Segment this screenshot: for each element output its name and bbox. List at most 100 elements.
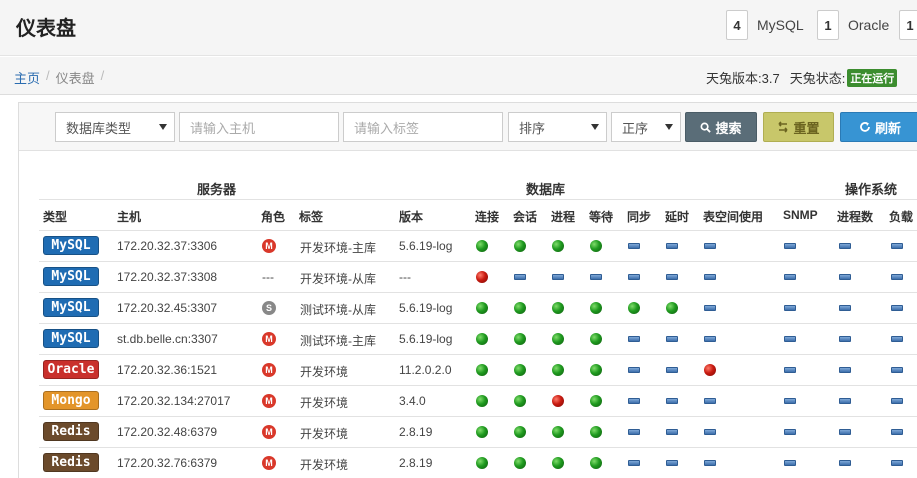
db-type-logo: Oracle (43, 360, 99, 379)
status-none-icon (628, 429, 640, 435)
status-none-icon (891, 305, 903, 311)
breadcrumb: 主页 / 仪表盘 / (14, 68, 104, 87)
status-none-icon (891, 429, 903, 435)
status-none-icon (666, 274, 678, 280)
status-none-icon (784, 274, 796, 280)
tag-cell: 开发环境 (300, 458, 349, 472)
status-ok-icon (514, 302, 526, 314)
row-divider (39, 261, 917, 262)
breadcrumb-home-link[interactable]: 主页 (14, 68, 40, 87)
status-none-icon (784, 429, 796, 435)
version-cell: 2.8.19 (399, 425, 433, 439)
sort-select[interactable]: 排序 (508, 112, 607, 142)
breadcrumb-current: 仪表盘 (55, 71, 95, 86)
order-select[interactable]: 正序 (611, 112, 681, 142)
db-type-logo: MySQL (43, 329, 99, 348)
status-none-icon (666, 460, 678, 466)
tag-input[interactable]: 请输入标签 (343, 112, 503, 142)
status-label: 天兔状态: (789, 71, 846, 86)
row-divider (39, 447, 917, 448)
top-header: 仪表盘 4 MySQL 1 Oracle 1 (0, 0, 917, 56)
status-ok-icon (514, 457, 526, 469)
status-none-icon (628, 243, 640, 249)
chevron-down-icon (591, 124, 599, 130)
status-ok-icon (476, 302, 488, 314)
breadcrumb-bar: 主页 / 仪表盘 / 天兔版本:3.7 天兔状态: 正在运行 (0, 57, 917, 95)
status-ok-icon (590, 302, 602, 314)
col-header-role: 角色 (261, 210, 286, 224)
status-none-icon (590, 274, 602, 280)
reset-button-label: 重置 (793, 120, 820, 136)
status-none-icon (839, 429, 851, 435)
group-header-server: 服务器 (197, 182, 237, 197)
oracle-counter-label: Oracle (848, 17, 890, 33)
tag-cell: 测试环境-从库 (300, 303, 376, 317)
version-cell: 2.8.19 (399, 456, 433, 470)
refresh-button[interactable]: 刷新 (840, 112, 917, 142)
status-none-icon (704, 274, 716, 280)
version-text: 天兔版本:3.7 (706, 71, 780, 86)
status-none-icon (704, 398, 716, 404)
chevron-down-icon (665, 124, 673, 130)
oracle-counter[interactable]: 1 Oracle (817, 9, 889, 41)
sort-select-value: 排序 (519, 120, 546, 136)
status-none-icon (839, 243, 851, 249)
status-none-icon (891, 460, 903, 466)
third-count: 1 (899, 10, 917, 40)
status-none-icon (839, 367, 851, 373)
third-counter[interactable]: 1 (899, 9, 917, 41)
host-input[interactable]: 请输入主机 (179, 112, 339, 142)
status-ok-icon (476, 457, 488, 469)
status-none-icon (704, 460, 716, 466)
search-button[interactable]: 搜索 (685, 112, 757, 142)
status-none-icon (839, 398, 851, 404)
col-header-tablespace: 表空间使用 (703, 210, 764, 224)
order-select-value: 正序 (622, 120, 649, 136)
db-type-select-value: 数据库类型 (66, 120, 132, 136)
status-none-icon (704, 305, 716, 311)
row-divider (39, 323, 917, 324)
status-ok-icon (628, 302, 640, 314)
row-divider (39, 416, 917, 417)
row-divider (39, 385, 917, 386)
status-none-icon (839, 460, 851, 466)
version-cell: 5.6.19-log (399, 301, 453, 315)
db-type-logo: Redis (43, 422, 99, 441)
dashboard-panel: 数据库类型 请输入主机 请输入标签 排序 正序 搜索 重置 刷新 服务器 数据库… (18, 102, 917, 478)
mysql-counter[interactable]: 4 MySQL (726, 9, 804, 41)
status-error-icon (552, 395, 564, 407)
status-none-icon (628, 398, 640, 404)
table-divider (39, 199, 917, 200)
oracle-count: 1 (817, 10, 839, 40)
status-none-icon (839, 305, 851, 311)
host-cell: 172.20.32.37:3308 (117, 270, 218, 284)
version-cell: 3.4.0 (399, 394, 426, 408)
status-ok-icon (590, 457, 602, 469)
status-ok-icon (666, 302, 678, 314)
host-cell: 172.20.32.134:27017 (117, 394, 231, 408)
status-ok-icon (590, 426, 602, 438)
filter-bar: 数据库类型 请输入主机 请输入标签 排序 正序 搜索 重置 刷新 (19, 103, 917, 151)
breadcrumb-separator: / (46, 68, 50, 83)
version-info: 天兔版本:3.7 天兔状态: 正在运行 (706, 68, 898, 87)
tag-cell: 开发环境 (300, 427, 349, 441)
status-none-icon (666, 398, 678, 404)
db-type-logo: Mongo (43, 391, 99, 410)
status-none-icon (666, 429, 678, 435)
col-header-host: 主机 (117, 210, 142, 224)
row-divider (39, 292, 917, 293)
status-ok-icon (552, 240, 564, 252)
status-ok-icon (476, 333, 488, 345)
mysql-counter-label: MySQL (757, 17, 804, 33)
tag-input-placeholder: 请输入标签 (354, 120, 420, 136)
reset-button[interactable]: 重置 (763, 112, 834, 142)
host-cell: 172.20.32.76:6379 (117, 456, 218, 470)
host-cell: 172.20.32.36:1521 (117, 363, 218, 377)
db-type-select[interactable]: 数据库类型 (55, 112, 175, 142)
status-ok-icon (552, 457, 564, 469)
status-none-icon (784, 460, 796, 466)
host-cell: 172.20.32.48:6379 (117, 425, 218, 439)
status-none-icon (704, 429, 716, 435)
status-none-icon (628, 336, 640, 342)
breadcrumb-separator: / (100, 68, 105, 83)
